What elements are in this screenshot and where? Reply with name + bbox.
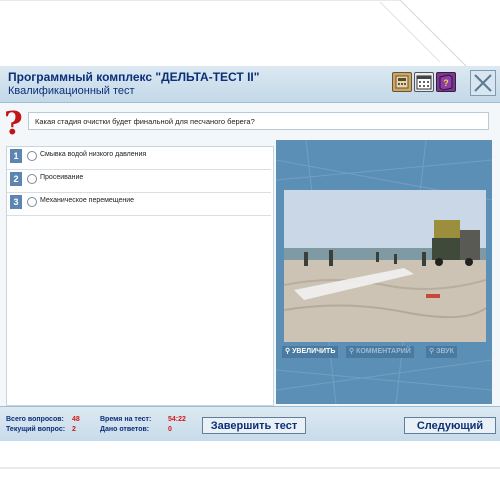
app-title: Программный комплекс "ДЕЛЬТА-ТЕСТ II" xyxy=(8,70,260,84)
comment-button[interactable]: ⚲ КОММЕНТАРИЙ xyxy=(346,346,414,358)
answer-option-3[interactable]: 3 Механическое перемещение xyxy=(7,193,271,216)
total-questions-label: Всего вопросов: xyxy=(6,416,64,423)
current-question-label: Текущий вопрос: xyxy=(6,426,66,433)
next-question-button[interactable]: Следующий xyxy=(404,417,496,434)
media-panel: ⚲ УВЕЛИЧИТЬ ⚲ КОММЕНТАРИЙ ⚲ ЗВУК xyxy=(276,140,492,404)
test-time-label: Время на тест: xyxy=(100,416,152,423)
zoom-button[interactable]: ⚲ УВЕЛИЧИТЬ xyxy=(282,346,339,358)
calendar-icon[interactable] xyxy=(414,72,434,92)
question-mark-icon: ? xyxy=(4,104,23,142)
answer-label: Просеивание xyxy=(40,174,84,181)
answer-radio[interactable] xyxy=(27,174,37,184)
answer-label: Механическое перемещение xyxy=(40,197,135,204)
answer-label: Смывка водой низкого давления xyxy=(40,151,147,158)
beach-photo xyxy=(284,190,486,342)
answer-option-1[interactable]: 1 Смывка водой низкого давления xyxy=(7,147,271,170)
answer-number: 1 xyxy=(10,149,22,163)
current-question-value: 2 xyxy=(72,426,76,433)
svg-text:?: ? xyxy=(443,78,449,88)
answer-radio[interactable] xyxy=(27,197,37,207)
sound-button[interactable]: ⚲ ЗВУК xyxy=(426,346,457,358)
answers-given-label: Дано ответов: xyxy=(100,426,150,433)
close-icon xyxy=(474,74,492,92)
calculator-icon[interactable] xyxy=(392,72,412,92)
answer-option-2[interactable]: 2 Просеивание xyxy=(7,170,271,193)
answers-given-value: 0 xyxy=(168,426,172,433)
window-header: Программный комплекс "ДЕЛЬТА-ТЕСТ II" Кв… xyxy=(0,66,500,103)
question-bar: ? Какая стадия очистки будет финальной д… xyxy=(0,106,500,140)
answer-radio[interactable] xyxy=(27,151,37,161)
finish-test-button[interactable]: Завершить тест xyxy=(202,417,306,434)
media-toolbar: ⚲ УВЕЛИЧИТЬ ⚲ КОММЕНТАРИЙ ⚲ ЗВУК xyxy=(282,346,478,358)
question-text: Какая стадия очистки будет финальной для… xyxy=(28,112,489,130)
answer-number: 3 xyxy=(10,195,22,209)
answers-list: 1 Смывка водой низкого давления 2 Просеи… xyxy=(6,146,274,406)
answer-number: 2 xyxy=(10,172,22,186)
test-time-value: 54:22 xyxy=(168,416,186,423)
app-subtitle: Квалификационный тест xyxy=(8,85,135,97)
total-questions-value: 48 xyxy=(72,416,80,423)
book-icon[interactable]: ? xyxy=(436,72,456,92)
status-footer: Всего вопросов: 48 Текущий вопрос: 2 Вре… xyxy=(0,406,500,441)
close-button[interactable] xyxy=(470,70,496,96)
test-window: Программный комплекс "ДЕЛЬТА-ТЕСТ II" Кв… xyxy=(0,66,500,441)
